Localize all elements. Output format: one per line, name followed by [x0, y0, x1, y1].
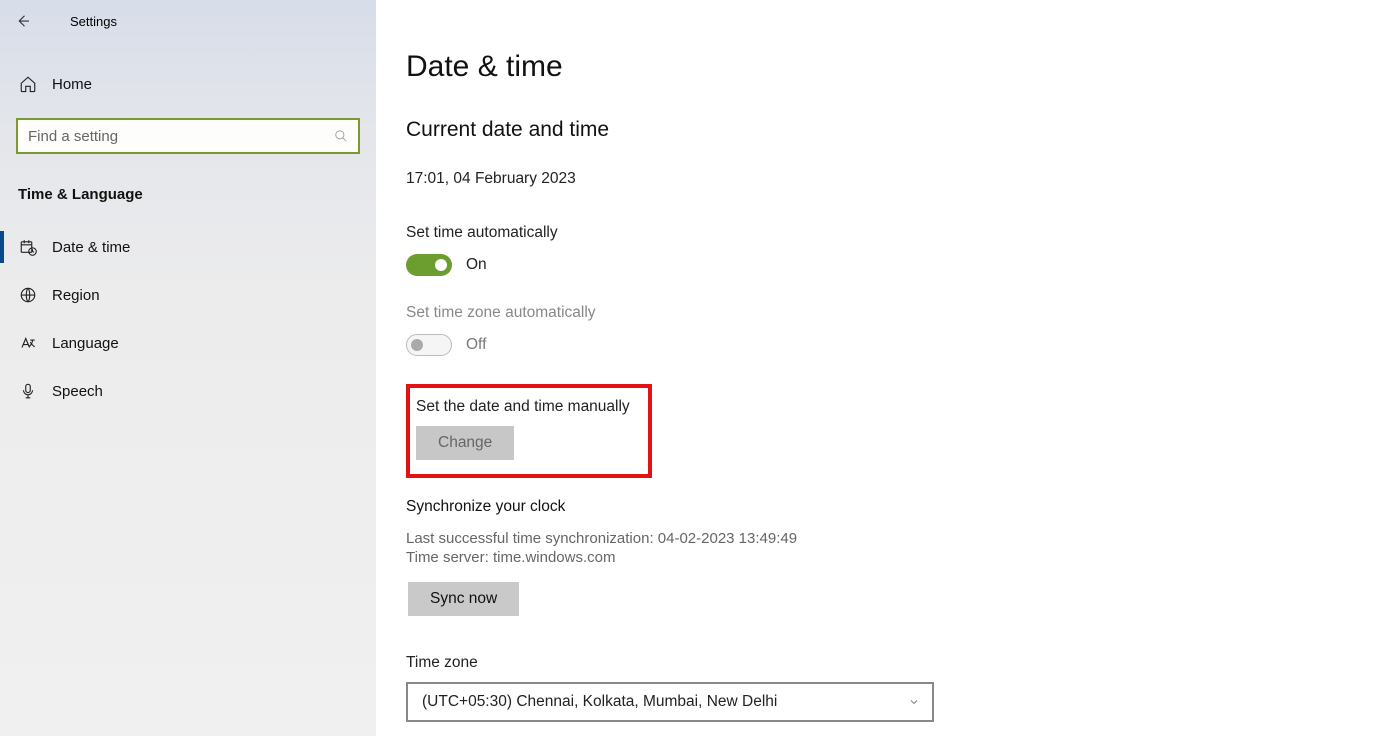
nav-home-label: Home	[52, 76, 92, 93]
mic-icon	[18, 381, 38, 401]
sync-last-line: Last successful time synchronization: 04…	[406, 530, 1351, 547]
set-tz-auto-row: Off	[406, 334, 1351, 356]
nav-item-label: Region	[52, 287, 100, 304]
current-datetime-value: 17:01, 04 February 2023	[406, 170, 1351, 188]
page-title: Date & time	[406, 50, 1351, 84]
set-time-auto-row: On	[406, 254, 1351, 276]
nav-item-date-time[interactable]: Date & time	[0, 223, 376, 271]
window-header: Settings	[0, 0, 376, 42]
timezone-section: Time zone (UTC+05:30) Chennai, Kolkata, …	[406, 654, 1351, 722]
search-field[interactable]	[16, 118, 360, 154]
current-datetime-heading: Current date and time	[406, 118, 1351, 142]
chevron-down-icon	[908, 696, 920, 708]
change-button[interactable]: Change	[416, 426, 514, 460]
search-icon	[334, 129, 348, 143]
nav-item-language[interactable]: Language	[0, 319, 376, 367]
timezone-value: (UTC+05:30) Chennai, Kolkata, Mumbai, Ne…	[422, 693, 777, 711]
set-time-auto-label: Set time automatically	[406, 224, 1351, 242]
home-icon	[18, 74, 38, 94]
nav-home[interactable]: Home	[0, 64, 376, 104]
set-tz-auto-state: Off	[466, 336, 486, 354]
nav-item-speech[interactable]: Speech	[0, 367, 376, 415]
timezone-label: Time zone	[406, 654, 1351, 672]
timezone-select[interactable]: (UTC+05:30) Chennai, Kolkata, Mumbai, Ne…	[406, 682, 934, 722]
nav-item-label: Date & time	[52, 239, 130, 256]
manual-datetime-highlight: Set the date and time manually Change	[406, 384, 652, 478]
sync-section: Synchronize your clock Last successful t…	[406, 498, 1351, 616]
sync-now-button[interactable]: Sync now	[408, 582, 519, 616]
set-tz-auto-label: Set time zone automatically	[406, 304, 1351, 322]
sidebar-section-title: Time & Language	[18, 186, 376, 203]
nav-item-region[interactable]: Region	[0, 271, 376, 319]
app-title: Settings	[70, 14, 117, 29]
nav-item-label: Language	[52, 335, 119, 352]
set-manual-label: Set the date and time manually	[416, 398, 638, 416]
sidebar: Settings Home Time & Language Date & tim…	[0, 0, 376, 736]
set-tz-auto-toggle	[406, 334, 452, 356]
sync-server-line: Time server: time.windows.com	[406, 549, 1351, 566]
set-time-auto-state: On	[466, 256, 487, 274]
nav-list: Date & time Region Language Speech	[0, 223, 376, 415]
main-panel: Date & time Current date and time 17:01,…	[376, 0, 1381, 736]
search-field-wrap	[16, 118, 360, 154]
back-icon[interactable]	[14, 12, 32, 30]
calendar-clock-icon	[18, 237, 38, 257]
set-time-auto-toggle[interactable]	[406, 254, 452, 276]
search-input[interactable]	[28, 128, 334, 145]
sync-heading: Synchronize your clock	[406, 498, 1351, 516]
nav-item-label: Speech	[52, 383, 103, 400]
globe-icon	[18, 285, 38, 305]
language-icon	[18, 333, 38, 353]
